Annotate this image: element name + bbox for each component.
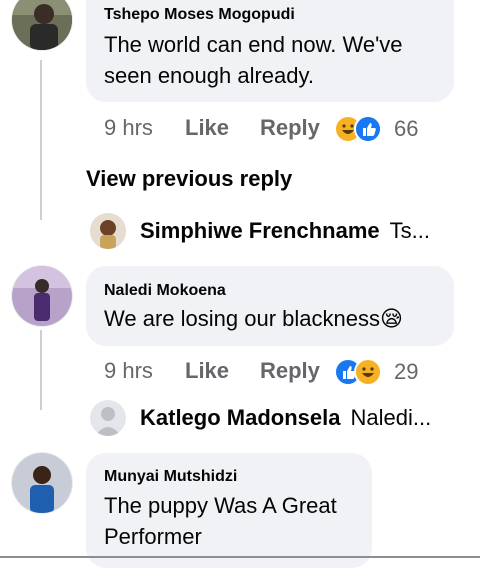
like-button[interactable]: Like xyxy=(185,115,229,141)
comment-text: We are losing our blackness😪 xyxy=(104,306,403,331)
comment-text-line: The puppy Was A Great xyxy=(104,493,337,518)
reply-preview[interactable]: Katlego Madonsela Naledi... xyxy=(90,400,431,436)
avatar[interactable] xyxy=(12,266,72,326)
avatar xyxy=(90,213,126,249)
avatar-photo-icon xyxy=(12,453,72,513)
comment-timestamp[interactable]: 9 hrs xyxy=(104,115,153,141)
reply-snippet: Naledi... xyxy=(350,405,432,430)
comment-author[interactable]: Tshepo Moses Mogopudi xyxy=(104,6,295,24)
reaction-summary[interactable]: 29 xyxy=(334,358,418,386)
comment-author[interactable]: Munyai Mutshidzi xyxy=(104,468,237,486)
reply-preview[interactable]: Simphiwe Frenchname Ts... xyxy=(90,213,430,249)
like-reaction-icon xyxy=(354,115,382,143)
reply-button[interactable]: Reply xyxy=(260,358,320,384)
avatar[interactable] xyxy=(12,0,72,50)
avatar-photo-icon xyxy=(12,0,72,50)
reply-snippet: Ts... xyxy=(389,218,430,243)
reaction-summary[interactable]: 66 xyxy=(334,115,418,143)
reply-author: Simphiwe Frenchname xyxy=(140,218,380,243)
comment-text-line: seen enough already. xyxy=(104,63,314,88)
comment-author[interactable]: Naledi Mokoena xyxy=(104,282,226,300)
reaction-count: 29 xyxy=(394,359,419,384)
avatar-photo-icon xyxy=(12,266,72,326)
like-button[interactable]: Like xyxy=(185,358,229,384)
comment-text-line: Performer xyxy=(104,524,202,549)
default-avatar-icon xyxy=(90,400,126,436)
view-previous-reply-link[interactable]: View previous reply xyxy=(86,166,292,192)
reply-author: Katlego Madonsela xyxy=(140,405,341,430)
thread-line xyxy=(40,330,42,410)
comment-text-line: The world can end now. We've xyxy=(104,32,403,57)
avatar-photo-icon xyxy=(90,213,126,249)
avatar[interactable] xyxy=(12,453,72,513)
comment-timestamp[interactable]: 9 hrs xyxy=(104,358,153,384)
reaction-count: 66 xyxy=(394,116,419,141)
haha-reaction-icon xyxy=(354,358,382,386)
reply-button[interactable]: Reply xyxy=(260,115,320,141)
thread-line xyxy=(40,60,42,220)
